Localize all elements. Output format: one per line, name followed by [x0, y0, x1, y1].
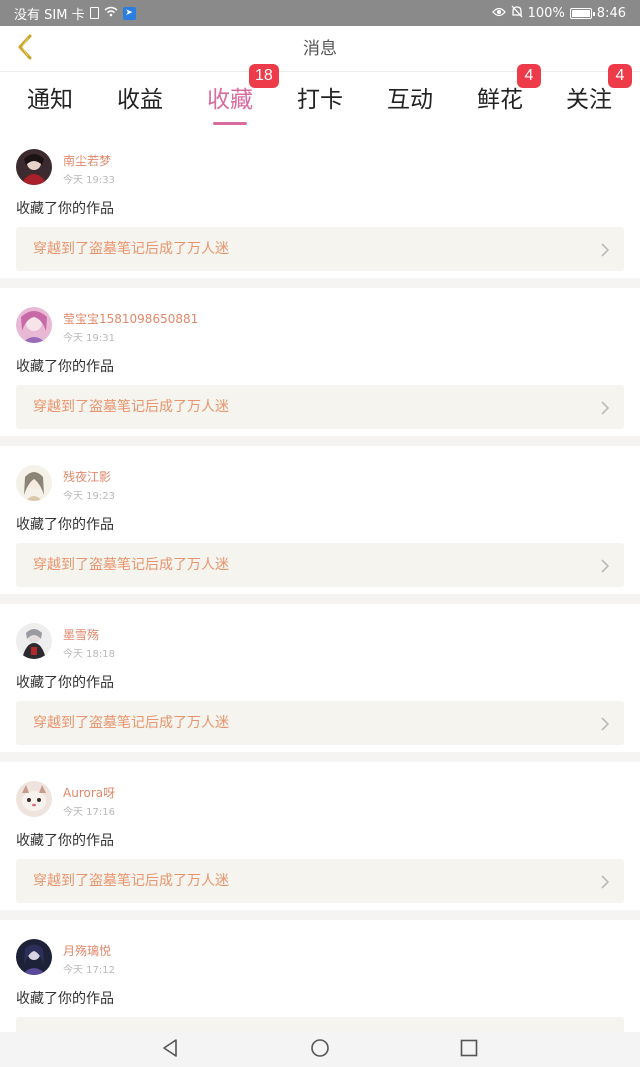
avatar[interactable] — [16, 149, 52, 185]
nav-home-button[interactable] — [290, 1032, 350, 1067]
work-title: 穿越到了盗墓笔记后成了万人迷 — [33, 715, 229, 731]
action-text: 收藏了你的作品 — [16, 359, 114, 375]
action-text: 收藏了你的作品 — [16, 991, 114, 1007]
timestamp: 今天 17:12 — [63, 965, 115, 976]
tab-flowers[interactable]: 鲜花 4 — [455, 64, 545, 128]
timestamp: 今天 19:33 — [63, 175, 115, 186]
avatar[interactable] — [16, 781, 52, 817]
work-title: 穿越到了盗墓笔记后成了万人迷 — [33, 557, 229, 573]
work-link[interactable] — [16, 1017, 624, 1032]
work-link[interactable]: 穿越到了盗墓笔记后成了万人迷 — [16, 227, 624, 271]
back-button[interactable] — [8, 32, 42, 66]
tab-bar: 通知 收益 收藏 18 打卡 互动 鲜花 4 关注 4 — [0, 64, 640, 128]
battery-percent: 100% — [527, 5, 565, 21]
tab-interactions[interactable]: 互动 — [365, 72, 455, 128]
nav-recents-button[interactable] — [439, 1032, 499, 1067]
tab-notifications[interactable]: 通知 — [5, 72, 95, 128]
timestamp: 今天 18:18 — [63, 649, 115, 660]
chevron-right-icon — [600, 400, 610, 419]
nav-back-button[interactable] — [140, 1032, 200, 1067]
username[interactable]: 月殇璃悦 — [63, 942, 111, 959]
action-text: 收藏了你的作品 — [16, 833, 114, 849]
action-text: 收藏了你的作品 — [16, 201, 114, 217]
tab-favorites[interactable]: 收藏 18 — [185, 64, 279, 128]
message-card: 墨雪殇 今天 18:18 收藏了你的作品 穿越到了盗墓笔记后成了万人迷 — [0, 604, 640, 752]
system-nav-bar — [0, 1032, 640, 1067]
work-link[interactable]: 穿越到了盗墓笔记后成了万人迷 — [16, 543, 624, 587]
status-bar-left: 没有 SIM 卡 ➤ — [14, 4, 136, 23]
tab-label: 通知 — [27, 87, 73, 113]
eye-icon — [491, 7, 506, 20]
status-bar: 没有 SIM 卡 ➤ 100% 8:46 — [0, 0, 640, 26]
timestamp: 今天 19:23 — [63, 491, 115, 502]
action-text: 收藏了你的作品 — [16, 675, 114, 691]
chevron-right-icon — [600, 716, 610, 735]
clock: 8:46 — [596, 5, 626, 21]
avatar[interactable] — [16, 307, 52, 343]
chevron-left-icon — [16, 34, 34, 64]
action-text: 收藏了你的作品 — [16, 517, 114, 533]
carrier-text: 没有 SIM 卡 — [14, 7, 85, 23]
status-bar-right: 100% 8:46 — [491, 5, 626, 21]
tab-earnings[interactable]: 收益 — [95, 72, 185, 128]
mute-bell-icon — [511, 5, 523, 21]
battery-icon — [569, 7, 595, 19]
work-link[interactable]: 穿越到了盗墓笔记后成了万人迷 — [16, 701, 624, 745]
username[interactable]: 残夜江影 — [63, 468, 111, 485]
message-list[interactable]: 南尘若梦 今天 19:33 收藏了你的作品 穿越到了盗墓笔记后成了万人迷 莹宝宝… — [0, 130, 640, 1032]
chevron-right-icon — [600, 874, 610, 893]
message-card: 南尘若梦 今天 19:33 收藏了你的作品 穿越到了盗墓笔记后成了万人迷 — [0, 130, 640, 278]
header-bar: 消息 — [0, 26, 640, 72]
tab-label: 收益 — [117, 87, 163, 113]
tab-label: 打卡 — [297, 87, 343, 113]
wifi-icon — [104, 6, 118, 20]
home-circle-icon — [310, 1038, 330, 1062]
work-link[interactable]: 穿越到了盗墓笔记后成了万人迷 — [16, 385, 624, 429]
recents-square-icon — [460, 1039, 478, 1061]
unread-badge: 4 — [608, 64, 632, 88]
timestamp: 今天 17:16 — [63, 807, 115, 818]
work-title: 穿越到了盗墓笔记后成了万人迷 — [33, 399, 229, 415]
message-card: 残夜江影 今天 19:23 收藏了你的作品 穿越到了盗墓笔记后成了万人迷 — [0, 446, 640, 594]
app-notification-icon: ➤ — [122, 6, 136, 20]
back-triangle-icon — [161, 1038, 179, 1062]
work-title: 穿越到了盗墓笔记后成了万人迷 — [33, 873, 229, 889]
message-card: Aurora呀 今天 17:16 收藏了你的作品 穿越到了盗墓笔记后成了万人迷 — [0, 762, 640, 910]
tab-label: 互动 — [387, 87, 433, 113]
active-tab-indicator — [213, 122, 247, 125]
work-link[interactable]: 穿越到了盗墓笔记后成了万人迷 — [16, 859, 624, 903]
avatar[interactable] — [16, 465, 52, 501]
avatar[interactable] — [16, 623, 52, 659]
username[interactable]: 莹宝宝1581098650881 — [63, 310, 198, 327]
message-card: 莹宝宝1581098650881 今天 19:31 收藏了你的作品 穿越到了盗墓… — [0, 288, 640, 436]
sim-icon — [89, 7, 99, 19]
work-title: 穿越到了盗墓笔记后成了万人迷 — [33, 241, 229, 257]
tab-checkin[interactable]: 打卡 — [275, 72, 365, 128]
timestamp: 今天 19:31 — [63, 333, 115, 344]
page-title: 消息 — [303, 39, 337, 59]
chevron-right-icon — [600, 558, 610, 577]
chevron-right-icon — [600, 242, 610, 261]
username[interactable]: Aurora呀 — [63, 784, 115, 801]
avatar[interactable] — [16, 939, 52, 975]
tab-follows[interactable]: 关注 4 — [544, 64, 634, 128]
unread-badge: 4 — [517, 64, 541, 88]
username[interactable]: 墨雪殇 — [63, 626, 99, 643]
username[interactable]: 南尘若梦 — [63, 152, 111, 169]
message-card: 月殇璃悦 今天 17:12 收藏了你的作品 — [0, 920, 640, 1032]
